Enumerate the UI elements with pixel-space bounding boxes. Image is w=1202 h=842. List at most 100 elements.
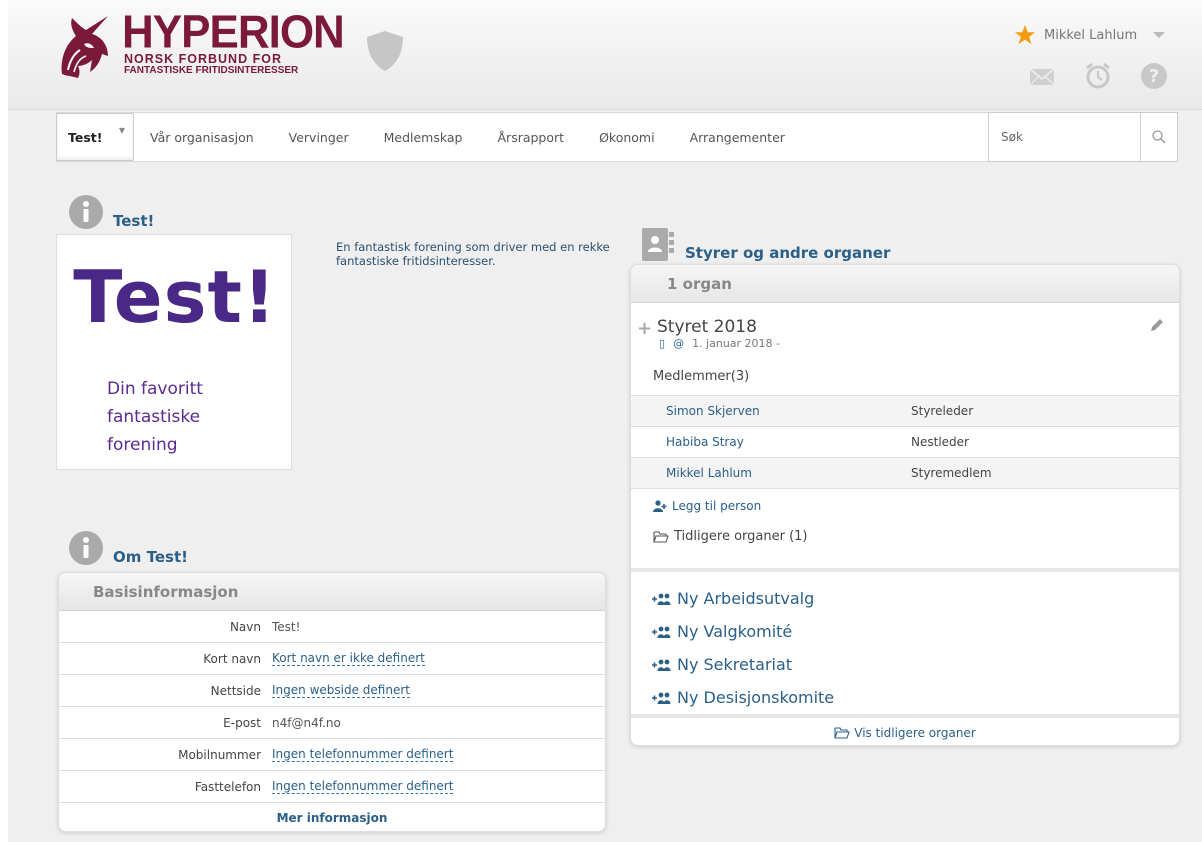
star-icon <box>1014 24 1036 45</box>
add-group-icon <box>652 692 671 704</box>
info-value: Test! <box>272 619 301 634</box>
org-logo-image: Test! Din favoritt fantastiske forening <box>56 234 292 470</box>
previous-organs-label: Tidligere organer (1) <box>674 529 808 544</box>
organ-actions: Legg til person Tidligere organer (1) <box>631 488 1179 568</box>
info-icon <box>69 531 103 565</box>
new-desisjonskomite-button[interactable]: Ny Desisjonskomite <box>631 681 1179 714</box>
table-row: Mikkel Lahlum Styremedlem <box>631 457 1179 488</box>
nav-item-medlemskap[interactable]: Medlemskap <box>384 130 463 145</box>
info-row: Mobilnummer Ingen telefonnummer definert <box>59 739 605 771</box>
shield-icon <box>367 31 403 71</box>
table-row: Simon Skjerven Styreleder <box>631 395 1179 426</box>
page: HYPERION NORSK FORBUND FOR FANTASTISKE F… <box>8 0 1202 842</box>
info-row: Navn Test! <box>59 611 605 643</box>
info-label: E-post <box>223 715 261 730</box>
add-group-icon <box>652 659 671 671</box>
organ-name[interactable]: Styret 2018 <box>657 317 757 337</box>
pencil-icon[interactable] <box>1149 317 1165 333</box>
new-item-label: Ny Desisjonskomite <box>677 688 835 707</box>
folder-open-icon <box>653 530 669 543</box>
about-heading: Om Test! <box>68 530 188 566</box>
basis-info-panel: Basisinformasjon Navn Test! Kort navn Ko… <box>58 572 606 832</box>
main-nav: Test! ▼ Vår organisasjon Vervinger Medle… <box>56 112 1178 162</box>
info-label: Kort navn <box>203 651 261 666</box>
info-row: Nettside Ingen webside definert <box>59 675 605 707</box>
alarm-clock-icon[interactable] <box>1084 62 1112 90</box>
expand-plus-icon[interactable]: + <box>637 318 652 339</box>
unicorn-logo-icon <box>61 16 108 78</box>
new-organ-list: Ny Arbeidsutvalg Ny Valgkomité Ny Sekret… <box>631 568 1179 714</box>
search-icon <box>1152 130 1166 144</box>
info-row: E-post n4f@n4f.no <box>59 707 605 739</box>
brand-subtitle-line1: NORSK FORBUND FOR <box>124 52 282 66</box>
member-name[interactable]: Habiba Stray <box>631 435 911 449</box>
phone-icon[interactable]: ▯ <box>659 337 665 350</box>
intro-heading: Test! <box>68 194 154 230</box>
show-previous-label: Vis tidligere organer <box>854 726 976 740</box>
intro-heading-text: Test! <box>113 212 155 230</box>
organ-count: 1 organ <box>631 265 1179 303</box>
nav-item-arrangementer[interactable]: Arrangementer <box>690 130 785 145</box>
member-role: Styremedlem <box>911 466 992 480</box>
search-button[interactable] <box>1141 112 1178 162</box>
member-role: Styreleder <box>911 404 974 418</box>
nav-item-var-organisasjon[interactable]: Vår organisasjon <box>150 130 254 145</box>
dropdown-caret-icon: ▼ <box>118 126 125 135</box>
org-selector-dropdown[interactable]: Test! ▼ <box>56 113 134 161</box>
boards-panel: 1 organ + Styret 2018 ▯ @ 1. januar 2018… <box>630 264 1180 746</box>
more-info-link[interactable]: Mer informasjon <box>59 803 605 831</box>
info-label: Nettside <box>210 683 261 698</box>
new-item-label: Ny Valgkomité <box>677 622 793 641</box>
about-heading-text: Om Test! <box>113 548 188 566</box>
basis-panel-title: Basisinformasjon <box>59 573 605 611</box>
nav-item-vervinger[interactable]: Vervinger <box>289 130 349 145</box>
member-role: Nestleder <box>911 435 969 449</box>
editable-value[interactable]: Ingen webside definert <box>272 683 410 698</box>
new-arbeidsutvalg-button[interactable]: Ny Arbeidsutvalg <box>631 582 1179 615</box>
chevron-down-icon[interactable] <box>1153 32 1166 38</box>
info-label: Fasttelefon <box>194 779 261 794</box>
organ-meta: ▯ @ 1. januar 2018 - <box>659 337 780 350</box>
header-icon-bar: ? <box>1028 62 1168 90</box>
org-logo-title: Test! <box>73 255 277 339</box>
editable-value[interactable]: Kort navn er ikke definert <box>272 651 425 666</box>
add-group-icon <box>652 626 671 638</box>
boards-heading: Styrer og andre organer <box>640 226 890 262</box>
user-menu[interactable]: Mikkel Lahlum <box>1014 24 1166 46</box>
org-logo-tagline: Din favoritt fantastiske forening <box>107 379 203 455</box>
add-person-label: Legg til person <box>672 499 762 513</box>
svg-text:?: ? <box>1149 66 1159 87</box>
info-row: Fasttelefon Ingen telefonnummer definert <box>59 771 605 803</box>
nav-item-okonomi[interactable]: Økonomi <box>599 130 655 145</box>
info-label: Mobilnummer <box>178 747 261 762</box>
org-description: En fantastisk forening som driver med en… <box>336 240 610 268</box>
show-previous-organs-button[interactable]: Vis tidligere organer <box>631 714 1179 745</box>
search-box <box>988 112 1178 162</box>
member-name[interactable]: Mikkel Lahlum <box>631 466 911 480</box>
member-name[interactable]: Simon Skjerven <box>631 404 911 418</box>
brand-subtitle-line2: FANTASTISKE FRITIDSINTERESSER <box>124 65 299 76</box>
editable-value[interactable]: Ingen telefonnummer definert <box>272 747 454 762</box>
info-value: n4f@n4f.no <box>272 715 341 730</box>
info-row: Kort navn Kort navn er ikke definert <box>59 643 605 675</box>
add-person-button[interactable]: Legg til person <box>653 499 761 513</box>
folder-open-icon <box>834 727 851 739</box>
organ-date: 1. januar 2018 - <box>692 337 781 350</box>
previous-organs-toggle[interactable]: Tidligere organer (1) <box>653 529 808 544</box>
new-valgkomite-button[interactable]: Ny Valgkomité <box>631 615 1179 648</box>
help-icon[interactable]: ? <box>1140 62 1168 90</box>
mail-icon[interactable] <box>1028 62 1056 90</box>
info-label: Navn <box>229 619 261 634</box>
hyperion-logo[interactable]: HYPERION NORSK FORBUND FOR FANTASTISKE F… <box>56 7 345 84</box>
new-sekretariat-button[interactable]: Ny Sekretariat <box>631 648 1179 681</box>
search-input[interactable] <box>988 112 1141 162</box>
nav-item-arsrapport[interactable]: Årsrapport <box>498 130 565 145</box>
organ-card: + Styret 2018 ▯ @ 1. januar 2018 - Medle… <box>631 303 1179 395</box>
boards-heading-text: Styrer og andre organer <box>685 244 891 262</box>
user-name: Mikkel Lahlum <box>1044 27 1138 43</box>
info-icon <box>69 195 103 229</box>
at-icon[interactable]: @ <box>673 337 684 350</box>
members-label: Medlemmer(3) <box>653 369 750 384</box>
editable-value[interactable]: Ingen telefonnummer definert <box>272 779 454 794</box>
org-selector-label: Test! <box>68 129 103 145</box>
